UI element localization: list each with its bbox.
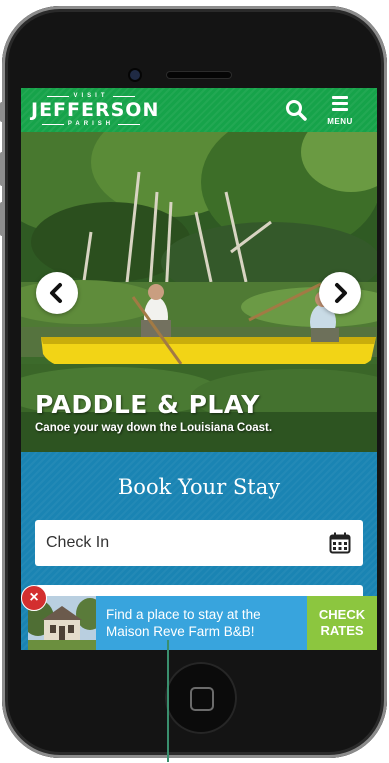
earpiece-speaker: [167, 72, 231, 78]
hero-slider[interactable]: PADDLE & PLAY Canoe your way down the Lo…: [21, 132, 377, 452]
hero-subtitle: Canoe your way down the Louisiana Coast.: [35, 422, 273, 434]
check-rates-button[interactable]: CHECK RATES: [307, 596, 377, 650]
logo-parish: PARISH: [31, 121, 151, 128]
pointer-line: [167, 640, 169, 762]
home-button[interactable]: [165, 662, 237, 734]
chevron-left-icon: [50, 283, 62, 303]
promo-banner[interactable]: Find a place to stay at the Maison Reve …: [21, 585, 377, 650]
close-icon: ×: [29, 589, 39, 606]
menu-label: MENU: [327, 117, 353, 126]
menu-button[interactable]: MENU: [323, 94, 357, 128]
site-logo[interactable]: VISIT JEFFERSON PARISH: [31, 93, 160, 129]
search-icon: [286, 100, 307, 121]
booking-title: Book Your Stay: [117, 475, 281, 499]
hero-next-button[interactable]: [319, 272, 361, 314]
volume-up-button: [0, 152, 4, 186]
front-camera: [130, 70, 140, 80]
site-header: VISIT JEFFERSON PARISH MENU: [21, 88, 377, 132]
home-square-icon: [190, 687, 214, 711]
logo-jefferson: JEFFERSON: [31, 99, 160, 121]
hamburger-icon: [332, 96, 348, 114]
check-in-field[interactable]: Check In: [35, 520, 363, 566]
promo-close-button[interactable]: ×: [21, 585, 47, 611]
silent-switch: [0, 102, 4, 122]
chevron-right-icon: [335, 283, 347, 303]
phone-screen: VISIT JEFFERSON PARISH MENU PADDLE & PLA…: [21, 88, 377, 650]
hero-prev-button[interactable]: [36, 272, 78, 314]
calendar-icon[interactable]: [329, 532, 351, 554]
volume-down-button: [0, 202, 4, 236]
promo-text[interactable]: Find a place to stay at the Maison Reve …: [96, 596, 307, 650]
search-button[interactable]: [283, 97, 309, 123]
hero-title: PADDLE & PLAY: [35, 390, 260, 419]
check-in-placeholder: Check In: [46, 534, 110, 551]
